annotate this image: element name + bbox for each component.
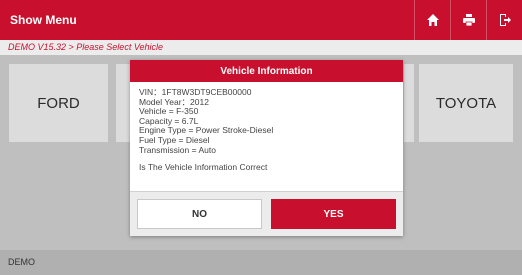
brand-tile-ford[interactable]: FORD	[9, 64, 108, 142]
status-bar: DEMO	[0, 250, 522, 275]
page-title: Show Menu	[10, 13, 77, 27]
home-icon	[426, 14, 439, 26]
confirm-question: Is The Vehicle Information Correct	[139, 162, 268, 173]
top-bar: Show Menu	[0, 0, 522, 40]
home-button[interactable]	[414, 0, 450, 40]
dialog-title: Vehicle Information	[130, 60, 403, 82]
brand-tile-toyota[interactable]: TOYOTA	[419, 64, 513, 142]
breadcrumb: DEMO V15.32 > Please Select Vehicle	[0, 40, 522, 55]
brand-tile-hidden[interactable]	[404, 64, 414, 142]
yes-button[interactable]: YES	[271, 199, 396, 229]
print-button[interactable]	[450, 0, 486, 40]
vehicle-info-dialog: Vehicle Information VIN：1FT8W3DT9CEB0000…	[130, 60, 403, 236]
dialog-footer: NO YES	[130, 191, 403, 236]
print-icon	[462, 14, 475, 27]
no-button[interactable]: NO	[137, 199, 262, 229]
transmission-line: Transmission = Auto	[139, 144, 216, 155]
dialog-body: VIN：1FT8W3DT9CEB00000 Model Year：2012 Ve…	[130, 82, 403, 202]
exit-icon	[499, 14, 511, 26]
exit-button[interactable]	[486, 0, 522, 40]
